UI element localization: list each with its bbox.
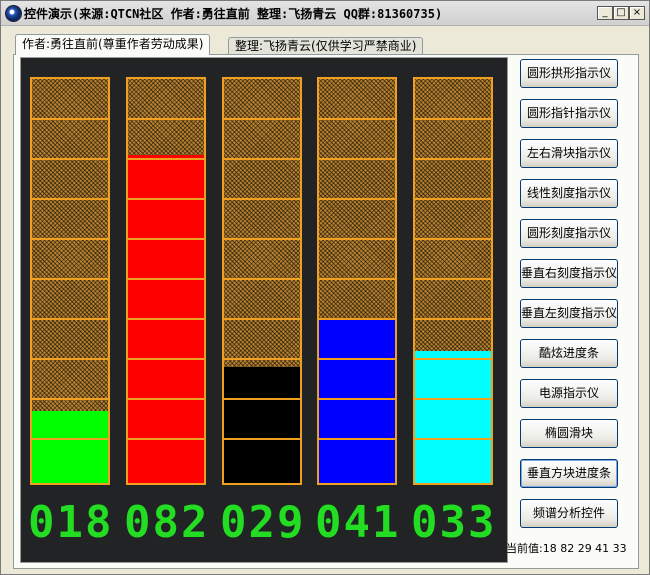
progress-bar-2-fill — [128, 155, 204, 483]
progress-bar-1-fill — [32, 411, 108, 483]
current-values-label: 当前值:18 82 29 41 33 — [506, 542, 627, 555]
pointer-gauge-button[interactable]: 圆形指针指示仪 — [520, 99, 618, 128]
window-title: 控件演示(来源:QTCN社区 作者:勇往直前 整理:飞扬青云 QQ群:81360… — [24, 7, 443, 21]
digital-readout-2: 082 — [124, 497, 210, 548]
tab-author[interactable]: 作者:勇往直前(尊重作者劳动成果) — [15, 34, 211, 55]
progress-bar-5-fill — [415, 351, 491, 483]
linear-scale-gauge-button[interactable]: 线性刻度指示仪 — [520, 179, 618, 208]
maximize-button[interactable]: □ — [613, 6, 629, 20]
app-icon — [5, 5, 22, 22]
digital-readout-4: 041 — [315, 497, 401, 548]
title-bar[interactable]: 控件演示(来源:QTCN社区 作者:勇往直前 整理:飞扬青云 QQ群:81360… — [1, 1, 649, 26]
cool-progress-bar-button[interactable]: 酷炫进度条 — [520, 339, 618, 368]
progress-bar-2 — [126, 77, 206, 485]
progress-bar-3 — [222, 77, 302, 485]
spectrum-analyzer-button[interactable]: 频谱分析控件 — [520, 499, 618, 528]
circular-scale-gauge-button[interactable]: 圆形刻度指示仪 — [520, 219, 618, 248]
progress-bar-3-fill — [224, 367, 300, 483]
main-window: 控件演示(来源:QTCN社区 作者:勇往直前 整理:飞扬青云 QQ群:81360… — [0, 0, 650, 575]
digital-readout-5: 033 — [411, 497, 497, 548]
progress-bars-panel: 018 082 029 041 033 — [20, 57, 508, 563]
progress-bar-1 — [30, 77, 110, 485]
tab-panel: 018 082 029 041 033 圆形拱形指示仪 圆形指针指示仪 左右滑块… — [13, 54, 639, 569]
vertical-block-progress-button[interactable]: 垂直方块进度条 — [520, 459, 618, 488]
tab-organizer[interactable]: 整理:飞扬青云(仅供学习严禁商业) — [228, 37, 424, 55]
slider-gauge-button[interactable]: 左右滑块指示仪 — [520, 139, 618, 168]
minimize-button[interactable]: _ — [597, 6, 613, 20]
progress-bar-4 — [317, 77, 397, 485]
ellipse-slider-button[interactable]: 椭圆滑块 — [520, 419, 618, 448]
digital-readout-1: 018 — [28, 497, 114, 548]
close-button[interactable]: × — [629, 6, 645, 20]
arc-gauge-button[interactable]: 圆形拱形指示仪 — [520, 59, 618, 88]
power-gauge-button[interactable]: 电源指示仪 — [520, 379, 618, 408]
vertical-left-scale-button[interactable]: 垂直左刻度指示仪 — [520, 299, 618, 328]
progress-bar-4-fill — [319, 319, 395, 483]
progress-bar-5 — [413, 77, 493, 485]
vertical-right-scale-button[interactable]: 垂直右刻度指示仪 — [520, 259, 618, 288]
digital-readout-3: 029 — [220, 497, 306, 548]
